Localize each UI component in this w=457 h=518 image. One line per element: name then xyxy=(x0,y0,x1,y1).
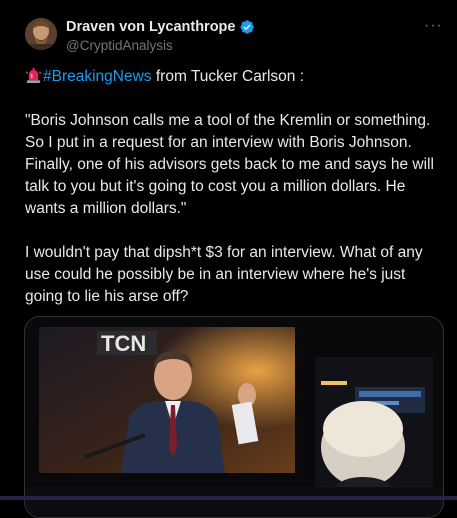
post-comment: I wouldn't pay that dipsh*t $3 for an in… xyxy=(25,244,423,305)
post-lead: #BreakingNews from Tucker Carlson : xyxy=(25,66,441,88)
post-text: #BreakingNews from Tucker Carlson : "Bor… xyxy=(25,66,441,330)
post-quote: "Boris Johnson calls me a tool of the Kr… xyxy=(25,112,434,217)
hashtag-link[interactable]: #BreakingNews xyxy=(43,68,152,85)
more-options-icon[interactable]: ··· xyxy=(424,17,443,35)
rotating-light-icon xyxy=(25,67,42,84)
video-thumbnail-image: TCN xyxy=(25,317,443,517)
avatar-image xyxy=(25,18,57,50)
bottom-edge xyxy=(0,496,457,500)
avatar[interactable] xyxy=(25,18,57,50)
video-thumbnail[interactable]: TCN xyxy=(24,316,444,518)
post-lead-text: from Tucker Carlson : xyxy=(151,68,305,85)
author-name-row[interactable]: Draven von Lycanthrope xyxy=(66,19,255,35)
verified-badge-icon xyxy=(240,20,255,34)
author-display-name[interactable]: Draven von Lycanthrope xyxy=(66,19,235,35)
author-handle[interactable]: @CryptidAnalysis xyxy=(66,38,173,53)
post: Draven von Lycanthrope @CryptidAnalysis … xyxy=(0,0,457,518)
screen-logo-text: TCN xyxy=(101,331,146,356)
